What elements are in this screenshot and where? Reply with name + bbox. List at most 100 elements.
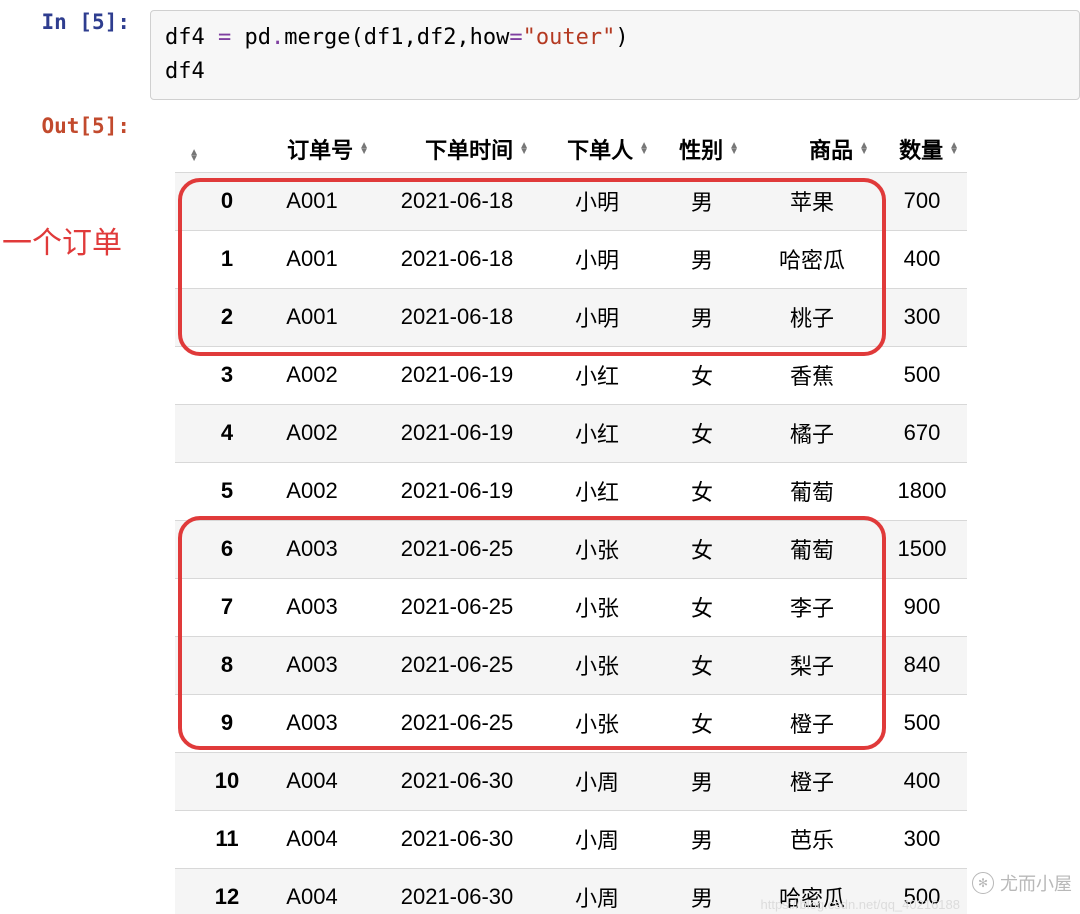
code-token: pd [231, 25, 271, 50]
col-label: 数量 [899, 133, 943, 165]
cell: 男 [657, 868, 747, 914]
cell: 芭乐 [747, 810, 877, 868]
sort-icon: ▲▼ [639, 143, 649, 155]
cell: 葡萄 [747, 520, 877, 578]
col-header[interactable]: 订单号▲▼ [247, 126, 377, 172]
cell: 2021-06-25 [377, 694, 537, 752]
row-pad [175, 172, 207, 230]
row-pad [175, 636, 207, 694]
row-index: 8 [207, 636, 247, 694]
cell: 2021-06-25 [377, 636, 537, 694]
row-index: 10 [207, 752, 247, 810]
table-row: 4A0022021-06-19小红女橘子670 [175, 404, 967, 462]
cell: 小红 [537, 404, 657, 462]
row-pad [175, 810, 207, 868]
cell: 女 [657, 636, 747, 694]
row-index: 9 [207, 694, 247, 752]
cell: 男 [657, 172, 747, 230]
cell: 男 [657, 752, 747, 810]
table-row: 5A0022021-06-19小红女葡萄1800 [175, 462, 967, 520]
row-index: 0 [207, 172, 247, 230]
cell: 小周 [537, 868, 657, 914]
cell: 男 [657, 230, 747, 288]
cell: 2021-06-30 [377, 810, 537, 868]
cell: 2021-06-18 [377, 172, 537, 230]
cell: 女 [657, 346, 747, 404]
table-row: 1A0012021-06-18小明男哈密瓜400 [175, 230, 967, 288]
col-label: 性别 [679, 133, 723, 165]
cell: A001 [247, 230, 377, 288]
cell: 2021-06-19 [377, 404, 537, 462]
annotation-label: 一个订单 [2, 218, 122, 262]
col-header[interactable]: 数量 ▲▼ [877, 126, 967, 172]
row-pad [175, 752, 207, 810]
cell: 1800 [877, 462, 967, 520]
code-token: . [271, 25, 284, 50]
code-token: ) [615, 25, 628, 50]
table-row: 0A0012021-06-18小明男苹果700 [175, 172, 967, 230]
table-row: 8A0032021-06-25小张女梨子840 [175, 636, 967, 694]
cell: 2021-06-25 [377, 520, 537, 578]
sort-icon: ▲▼ [519, 143, 529, 155]
table-row: 9A0032021-06-25小张女橙子500 [175, 694, 967, 752]
cell: A003 [247, 578, 377, 636]
row-pad [175, 288, 207, 346]
watermark-bottom: https://blog.csdn.net/qq_40216188 [761, 897, 961, 912]
sort-icon: ▲▼ [359, 143, 369, 155]
cell: 桃子 [747, 288, 877, 346]
cell: 小张 [537, 578, 657, 636]
row-index: 11 [207, 810, 247, 868]
table-row: 11A0042021-06-30小周男芭乐300 [175, 810, 967, 868]
col-header[interactable]: 商品▲▼ [747, 126, 877, 172]
cell: 橙子 [747, 694, 877, 752]
table-row: 2A0012021-06-18小明男桃子300 [175, 288, 967, 346]
cell: 2021-06-30 [377, 752, 537, 810]
cell: 苹果 [747, 172, 877, 230]
output-area: ▲▼ 订单号▲▼ 下单时间▲▼ 下单人▲▼ 性别▲▼ 商品▲▼ 数量▲▼ 0A0… [0, 126, 1080, 914]
code-token: df4 [165, 25, 218, 50]
cell: 小周 [537, 810, 657, 868]
table-row: 3A0022021-06-19小红女香蕉500 [175, 346, 967, 404]
code-token: merge [284, 25, 350, 50]
cell: 2021-06-25 [377, 578, 537, 636]
cell: 男 [657, 288, 747, 346]
cell: 2021-06-19 [377, 462, 537, 520]
code-token: df4 [165, 59, 205, 84]
col-header[interactable]: 下单人 ▲▼ [537, 126, 657, 172]
row-index: 4 [207, 404, 247, 462]
cell: 橘子 [747, 404, 877, 462]
cell: A001 [247, 288, 377, 346]
row-index: 12 [207, 868, 247, 914]
cell: 400 [877, 752, 967, 810]
cell: 小明 [537, 230, 657, 288]
cell: 女 [657, 578, 747, 636]
row-pad [175, 346, 207, 404]
cell: 女 [657, 404, 747, 462]
col-header[interactable]: 性别▲▼ [657, 126, 747, 172]
cell: A002 [247, 404, 377, 462]
sort-icon: ▲▼ [949, 143, 959, 155]
cell: 300 [877, 288, 967, 346]
cell: A004 [247, 868, 377, 914]
col-label: 下单时间 [425, 133, 513, 165]
cell: 2021-06-18 [377, 288, 537, 346]
col-header[interactable]: 下单时间 ▲▼ [377, 126, 537, 172]
cell: 葡萄 [747, 462, 877, 520]
cell: 2021-06-30 [377, 868, 537, 914]
code-token: = [509, 25, 522, 50]
sort-icon: ▲▼ [189, 150, 199, 162]
col-label: 下单人 [567, 133, 633, 165]
cell: 1500 [877, 520, 967, 578]
sort-toggle[interactable]: ▲▼ [175, 126, 207, 172]
cell: 梨子 [747, 636, 877, 694]
watermark-right: ✻ 尤而小屋 [972, 870, 1072, 896]
cell: A003 [247, 520, 377, 578]
cell: 小红 [537, 462, 657, 520]
row-pad [175, 230, 207, 288]
cell: 2021-06-19 [377, 346, 537, 404]
cell: 小张 [537, 520, 657, 578]
cell: 小周 [537, 752, 657, 810]
cell: 小红 [537, 346, 657, 404]
cell: A001 [247, 172, 377, 230]
row-index: 2 [207, 288, 247, 346]
